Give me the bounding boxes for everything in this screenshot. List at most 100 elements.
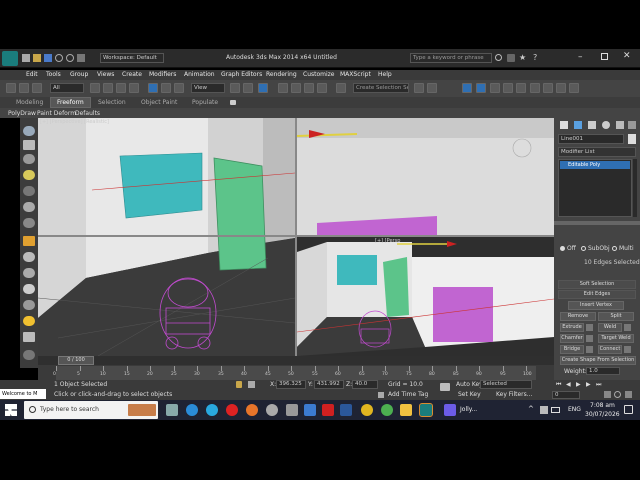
jolly-app-icon[interactable] (444, 404, 456, 416)
orbit-icon[interactable] (614, 391, 621, 398)
viewport-divider-v[interactable] (295, 118, 297, 356)
weld-settings-icon[interactable] (624, 324, 631, 331)
weld-button[interactable]: Weld (598, 323, 622, 332)
store-icon[interactable] (206, 404, 218, 416)
select-object-icon[interactable] (90, 83, 100, 93)
split-button[interactable]: Split (598, 312, 634, 321)
modify-tab-icon[interactable] (574, 121, 582, 129)
chamfer-button[interactable]: Chamfer (560, 334, 584, 343)
menu-animation[interactable]: Animation (184, 71, 215, 78)
menu-customize[interactable]: Customize (303, 71, 335, 78)
key-mode-icon[interactable] (440, 383, 450, 391)
unlink-icon[interactable] (32, 83, 42, 93)
save-icon[interactable] (44, 54, 52, 62)
menu-modifiers[interactable]: Modifiers (149, 71, 176, 78)
object-name-field[interactable]: Line001 (558, 134, 624, 144)
spinner-snap-icon[interactable] (317, 83, 327, 93)
extrude-settings-icon[interactable] (586, 324, 593, 331)
paint-deform-button[interactable]: Paint Deform (37, 110, 76, 117)
play-icon[interactable]: ▶ (576, 381, 581, 388)
undo-toolbar-icon[interactable] (6, 83, 16, 93)
files-icon[interactable] (286, 404, 298, 416)
tool-tube-icon[interactable] (23, 350, 35, 360)
tool-light-icon[interactable] (23, 170, 35, 180)
bridge-settings-icon[interactable] (586, 346, 593, 353)
select-manipulate-icon[interactable] (243, 83, 253, 93)
modifier-list-dropdown[interactable]: Modifier List (558, 147, 636, 157)
menu-create[interactable]: Create (122, 71, 142, 78)
schematic-view-icon[interactable] (503, 83, 513, 93)
previous-frame-icon[interactable]: ◀ (566, 381, 571, 388)
new-icon[interactable] (22, 54, 30, 62)
modifier-stack[interactable]: Editable Poly (558, 159, 632, 217)
tool-camera-icon[interactable] (23, 186, 35, 196)
create-tab-icon[interactable] (560, 121, 568, 129)
select-by-name-icon[interactable] (103, 83, 113, 93)
battery-icon[interactable] (551, 407, 560, 413)
object-color-swatch[interactable] (628, 134, 636, 144)
tool-torus-icon[interactable] (23, 284, 35, 294)
weight-spinner[interactable]: 1.0 (586, 367, 620, 375)
tool-sphere-icon[interactable] (23, 154, 35, 164)
notification-icon[interactable] (624, 405, 633, 414)
set-key-button[interactable]: Set Key (458, 391, 481, 398)
tool-shape-icon[interactable] (23, 252, 35, 262)
minimize-icon[interactable]: – (578, 52, 583, 62)
edit-named-selection-icon[interactable] (336, 83, 346, 93)
redo-icon[interactable] (66, 54, 74, 62)
tool-systems-icon[interactable] (23, 236, 35, 246)
selection-filter-dropdown[interactable]: All (50, 83, 84, 93)
modifier-stack-item[interactable]: Editable Poly (560, 161, 630, 169)
maximize-viewport-icon[interactable] (625, 391, 632, 398)
viewport-bottom-right[interactable]: [+] [Persp (297, 237, 554, 356)
tab-populate[interactable]: Populate (192, 99, 218, 106)
ribbon-options-icon[interactable] (230, 100, 236, 105)
timeline-ruler[interactable]: 0 5 10 15 20 25 30 35 40 45 50 55 60 65 70 75 80 85 90 95 10… (53, 366, 536, 380)
tool-cylinder-icon[interactable] (23, 268, 35, 278)
photos-icon[interactable] (304, 404, 316, 416)
target-weld-button[interactable]: Target Weld (598, 334, 634, 343)
viewport-area[interactable]: [+] [Perspective] [Realistic] [+] [Persp (38, 118, 554, 356)
tool-plane-icon[interactable] (23, 332, 35, 342)
opera-icon[interactable] (226, 404, 238, 416)
menu-maxscript[interactable]: MAXScript (340, 71, 371, 78)
panel-scroll-strip[interactable] (554, 221, 640, 225)
pivot-center-icon[interactable] (230, 83, 240, 93)
workspace-dropdown[interactable]: Workspace: Default (100, 53, 164, 63)
viewport-label-2[interactable]: [+] [Persp (375, 238, 400, 244)
named-selection-dropdown[interactable]: Create Selection Se (353, 83, 409, 93)
tab-selection[interactable]: Selection (98, 99, 126, 106)
align-icon[interactable] (427, 83, 437, 93)
viewport-divider-h[interactable] (38, 235, 554, 237)
connect-button[interactable]: Connect (598, 345, 622, 354)
add-time-tag[interactable]: Add Time Tag (388, 391, 428, 398)
search-input[interactable]: Type a keyword or phrase (410, 53, 492, 63)
stack-scrollbar[interactable] (633, 159, 637, 217)
menu-edit[interactable]: Edit (26, 71, 38, 78)
absolute-mode-icon[interactable] (248, 381, 255, 388)
timeline[interactable]: 0 / 100 0 5 10 15 20 25 30 35 40 45 50 55 60 65 70 75 80… (38, 356, 554, 380)
menu-help[interactable]: Help (378, 71, 392, 78)
radio-off[interactable] (560, 246, 565, 251)
x-coordinate-field[interactable]: 396.325 (276, 380, 306, 389)
tool-select-icon[interactable] (23, 126, 35, 136)
edge-icon[interactable] (186, 404, 198, 416)
menu-views[interactable]: Views (97, 71, 114, 78)
select-and-rotate-icon[interactable] (161, 83, 171, 93)
reference-coordinate-dropdown[interactable]: View (191, 83, 225, 93)
key-set-dropdown[interactable]: Selected (480, 380, 532, 389)
go-to-end-icon[interactable]: ⏭ (596, 381, 601, 389)
menu-tools[interactable]: Tools (46, 71, 61, 78)
render-iterative-icon[interactable] (569, 83, 579, 93)
star-icon[interactable]: ★ (519, 53, 526, 62)
word-icon[interactable] (340, 404, 352, 416)
auto-key-button[interactable]: Auto Key (456, 381, 483, 388)
rectangular-selection-icon[interactable] (116, 83, 126, 93)
defaults-button[interactable]: Defaults (75, 110, 100, 117)
tab-object-paint[interactable]: Object Paint (141, 99, 177, 106)
start-icon[interactable] (5, 404, 17, 416)
mirror-icon[interactable] (414, 83, 424, 93)
settings-gear-icon[interactable] (266, 404, 278, 416)
viewport-label[interactable]: [+] [Perspective] [Realistic] (40, 119, 109, 125)
time-slider[interactable]: 0 / 100 (38, 356, 554, 365)
